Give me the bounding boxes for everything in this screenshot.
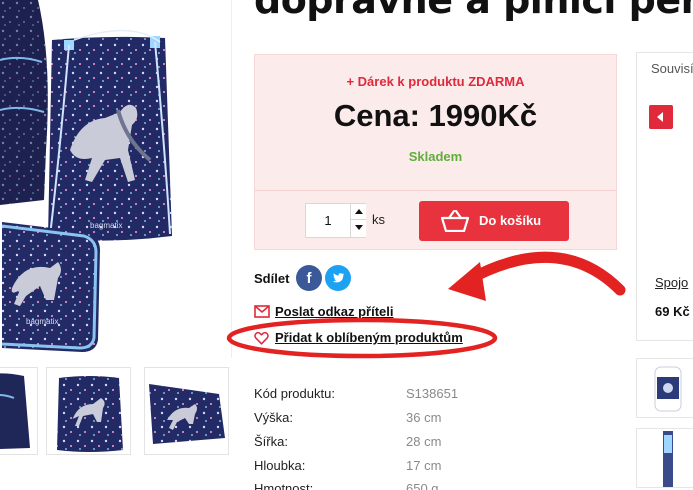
svg-text:bagmatix: bagmatix	[90, 221, 122, 230]
annotation-arrow	[448, 251, 626, 301]
mail-icon	[254, 305, 270, 318]
spec-label: Kód produktu:	[254, 386, 335, 401]
quantity-stepper[interactable]: 1	[305, 203, 366, 238]
send-to-friend-label: Poslat odkaz příteli	[275, 304, 394, 319]
facebook-share-button[interactable]: f	[296, 265, 322, 291]
thumbnail-drawstring-bag[interactable]	[46, 367, 131, 455]
thumbnail-strip	[0, 367, 232, 457]
related-product-link[interactable]: Spojo	[655, 275, 688, 290]
spec-label: Hmotnost:	[254, 481, 314, 490]
quantity-unit: ks	[372, 212, 385, 227]
side-thumbnail-pencil[interactable]	[636, 358, 693, 418]
quantity-input[interactable]: 1	[306, 204, 350, 237]
spec-value: 28 cm	[406, 434, 442, 449]
main-product-image[interactable]: bagmatix bagmatix	[0, 0, 232, 358]
add-to-cart-label: Do košíku	[479, 213, 542, 228]
spec-row: Hmotnost: 650 g	[254, 481, 614, 490]
spec-label: Hloubka:	[254, 458, 306, 473]
school-bag-set-illustration: bagmatix bagmatix	[0, 0, 172, 352]
price-box: + Dárek k produktu ZDARMA Cena: 1990Kč S…	[254, 54, 617, 250]
product-price: Cena: 1990Kč	[333, 98, 538, 133]
spec-value: S138651	[406, 386, 459, 401]
spec-value: 17 cm	[406, 458, 442, 473]
product-title: dopravné a plnicí pero z	[254, 0, 693, 22]
gift-offer: + Dárek k produktu ZDARMA	[346, 74, 525, 89]
spec-row: Hloubka: 17 cm	[254, 458, 614, 476]
svg-text:bagmatix: bagmatix	[26, 317, 58, 326]
price-box-divider	[255, 190, 616, 191]
add-to-favorites-label: Přidat k oblíbeným produktům	[275, 330, 463, 345]
spec-value: 650 g	[406, 481, 439, 490]
spec-row: Výška: 36 cm	[254, 410, 614, 428]
thumbnail-pencil-case[interactable]	[144, 367, 229, 455]
spec-label: Šířka:	[254, 434, 288, 449]
spec-row: Šířka: 28 cm	[254, 434, 614, 452]
arrow-left-icon[interactable]	[649, 105, 673, 129]
stock-status: Skladem	[408, 149, 463, 164]
related-product-price: 69 Kč	[655, 304, 690, 319]
quantity-decrement-button[interactable]	[350, 220, 366, 237]
related-products-panel: Souvisí Spojo 69 Kč	[636, 52, 693, 341]
heart-icon	[254, 331, 269, 345]
spec-label: Výška:	[254, 410, 294, 425]
facebook-icon: f	[306, 270, 312, 287]
share-label: Sdílet	[254, 271, 290, 286]
twitter-share-button[interactable]	[325, 265, 351, 291]
product-page: dopravné a plnicí pero z	[0, 0, 693, 490]
spec-row: Kód produktu: S138651	[254, 386, 614, 404]
cart-icon	[441, 210, 469, 232]
spec-value: 36 cm	[406, 410, 442, 425]
related-products-title: Souvisí	[651, 61, 693, 76]
thumbnail-backpack[interactable]	[0, 367, 38, 455]
twitter-icon	[332, 273, 344, 283]
side-thumbnail-pen[interactable]	[636, 428, 693, 488]
quantity-increment-button[interactable]	[350, 204, 366, 220]
add-to-cart-button[interactable]: Do košíku	[419, 201, 569, 241]
